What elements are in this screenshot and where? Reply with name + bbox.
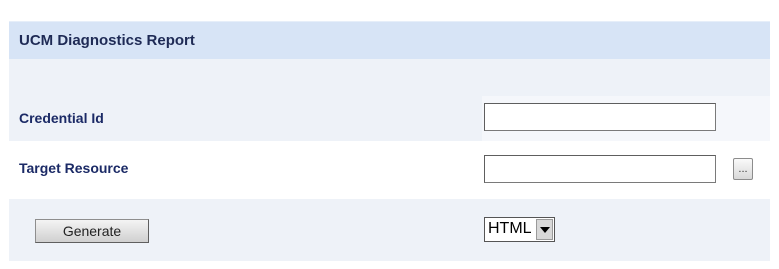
generate-button[interactable]: Generate	[35, 219, 149, 243]
format-selected-value: HTML	[488, 220, 532, 237]
generate-row: Generate HTML	[9, 199, 770, 261]
chevron-down-icon	[540, 227, 550, 233]
format-dropdown-button[interactable]	[536, 219, 553, 240]
credential-id-label-cell: Credential Id	[9, 96, 480, 141]
format-select[interactable]: HTML	[484, 217, 555, 242]
generate-button-cell: Generate	[9, 199, 480, 261]
browse-button[interactable]: ...	[733, 158, 753, 180]
diagnostics-panel: UCM Diagnostics Report Credential Id Tar…	[9, 9, 770, 261]
format-select-cell: HTML	[482, 199, 770, 261]
target-resource-label-cell: Target Resource	[9, 141, 480, 199]
target-resource-input[interactable]	[484, 155, 716, 183]
target-resource-input-cell: ...	[482, 141, 770, 199]
title-bar: UCM Diagnostics Report	[9, 21, 770, 59]
target-resource-row: Target Resource ...	[9, 141, 770, 199]
page-title: UCM Diagnostics Report	[19, 32, 195, 49]
header-spacer	[9, 59, 770, 96]
credential-id-input-cell	[482, 96, 770, 141]
credential-id-input[interactable]	[484, 103, 716, 131]
credential-id-label: Credential Id	[19, 110, 104, 126]
target-resource-label: Target Resource	[19, 160, 129, 176]
credential-id-row: Credential Id	[9, 96, 770, 141]
